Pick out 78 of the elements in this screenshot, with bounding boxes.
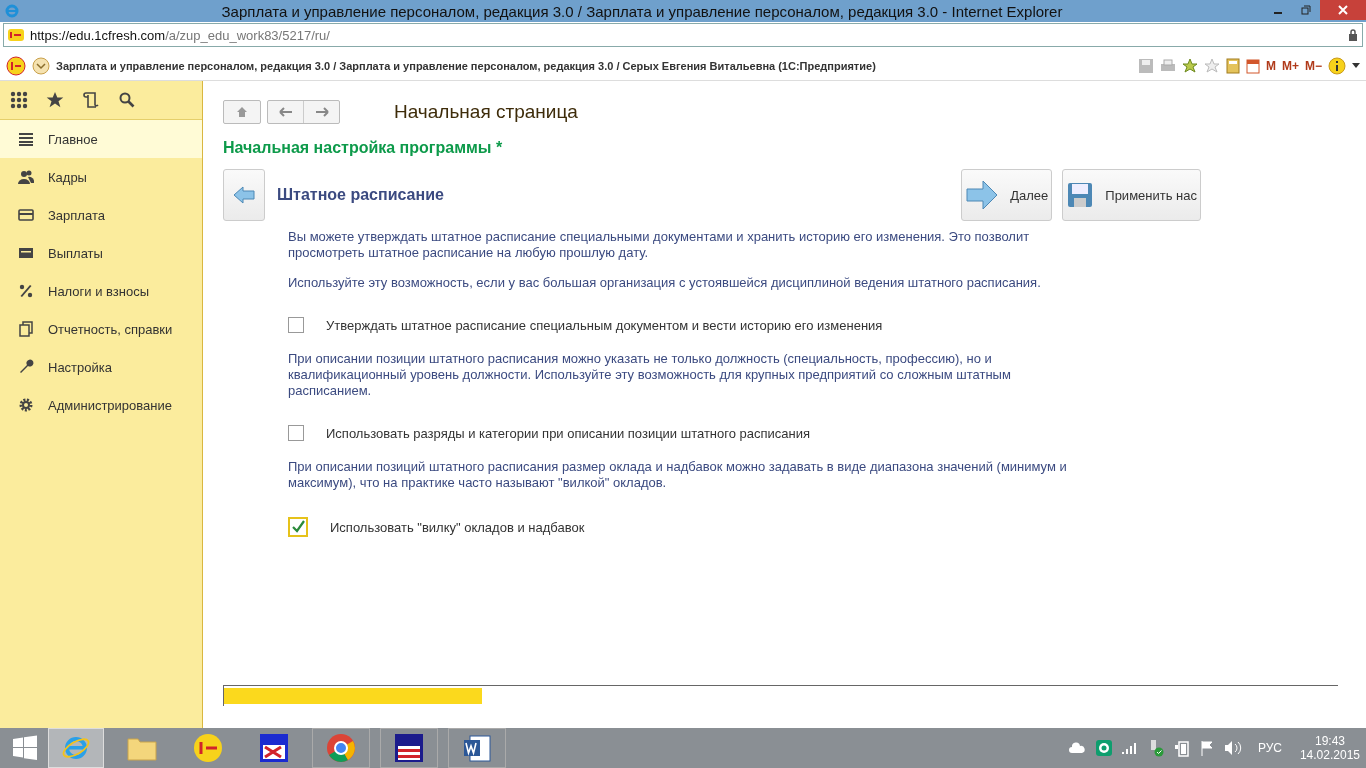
browser-logo-icon [4,3,20,19]
back-button[interactable] [223,169,265,221]
close-button[interactable] [1320,0,1366,20]
documents-icon [18,321,34,337]
checkbox-label: Использовать "вилку" окладов и надбавок [330,519,585,535]
star-plus-icon[interactable] [1181,58,1198,74]
taskbar-app[interactable] [380,728,438,768]
app-title: Зарплата и управление персоналом, редакция 3.0 / Зарплата и управление персоналом, редакция 3.0 / Серых Евгения Витальевна (1С:Предприятие) [56,60,877,72]
apply-button[interactable]: Применить нас [1062,169,1201,221]
memory-button[interactable]: M+ [1281,59,1299,73]
checkbox[interactable] [288,517,308,537]
wallet-icon [18,245,34,261]
battery-icon[interactable] [1173,739,1190,757]
app-logo-icon [6,56,26,76]
sidebar-item[interactable]: Кадры [0,158,202,196]
step-title: Штатное расписание [277,186,444,204]
description-text: При описании позиций штатного расписания размер оклада и надбавок можно задавать в виде диапазона значений (минимум и максимум), что на практике часто называют "вилкой" окладов. [288,459,1068,491]
home-button[interactable] [223,100,261,124]
restore-icon [1301,5,1311,15]
tray-app-icon[interactable] [1095,740,1112,756]
calendar-icon[interactable] [1245,58,1260,74]
card-icon [18,207,34,223]
grid-icon[interactable] [10,91,28,109]
percent-icon [18,283,34,299]
document-icon [462,733,492,763]
print-icon[interactable] [1159,58,1176,74]
description-text: Вы можете утверждать штатное расписание специальными документами и хранить историю его изменения. Это позволит просмотреть штатное расписание на любую прошлую дату. [288,229,1031,261]
lock-icon [1348,29,1358,41]
description-text: При описании позиции штатного расписания можно указать не только должность (специальность, профессию), но и квалификационный уровень должности. Используйте эту возможность для крупных предприятий со сложным штатным расписанием. [288,351,1012,399]
minimize-icon [1274,12,1282,14]
url-text: https://edu.1cfresh.com/a/zup_edu_work83/5217/ru/ [30,27,331,43]
save-icon[interactable] [1137,58,1154,74]
checkbox-label: Использовать разряды и категории при описании позиции штатного расписания [326,425,811,441]
people-icon [18,169,34,185]
list-icon [18,131,34,147]
memory-button[interactable]: M [1265,59,1276,73]
page-title: Начальная страница [394,101,578,123]
sidebar-item[interactable]: Налоги и взносы [0,272,202,310]
sidebar-item[interactable]: Главное [0,120,202,158]
star-icon[interactable] [46,91,64,109]
signal-icon[interactable] [1121,742,1138,754]
flag-icon[interactable] [1199,740,1214,756]
star-icon[interactable] [1203,58,1220,74]
home-icon [236,106,248,118]
next-button[interactable]: Далее [961,169,1053,221]
browser-logo-icon [326,733,356,763]
calculator-icon[interactable] [1225,58,1240,74]
folder-icon [127,735,157,761]
left-arrow-icon [233,185,255,205]
right-arrow-icon [966,180,999,210]
sidebar-item[interactable]: Выплаты [0,234,202,272]
checkbox[interactable] [288,317,304,333]
sidebar-item[interactable]: Администрирование [0,386,202,424]
dropdown-icon[interactable] [32,57,50,75]
address-bar[interactable]: https://edu.1cfresh.com/a/zup_edu_work83/5217/ru/ [3,23,1363,47]
window-title: Зарплата и управление персоналом, редакция 3.0 / Зарплата и управление персоналом, редакция 3.0 - Internet Explorer [220,2,1064,20]
gear-icon [18,397,34,413]
caret-icon[interactable] [1352,63,1360,69]
taskbar-app[interactable] [448,728,506,768]
app-logo-icon [193,733,223,763]
history-icon[interactable] [82,91,100,109]
cloud-icon[interactable] [1067,742,1086,754]
sidebar-item[interactable]: Настройка [0,348,202,386]
back-arrow-icon [278,107,293,117]
section-title: Начальная настройка программы * [223,139,504,157]
speaker-icon[interactable] [1223,740,1242,756]
checkbox[interactable] [288,425,304,441]
sidebar-item[interactable]: Зарплата [0,196,202,234]
sidebar-item[interactable]: Отчетность, справки [0,310,202,348]
search-icon[interactable] [118,91,136,109]
site-logo-icon [8,29,24,41]
forward-arrow-icon [314,107,329,117]
info-icon[interactable] [1328,57,1346,75]
windows-logo-icon[interactable] [12,735,38,761]
close-icon [1337,4,1349,16]
memory-button[interactable]: M− [1305,59,1322,73]
checkbox-label: Утверждать штатное расписание специальным документом и вести историю его изменения [326,317,883,333]
description-text: Используйте эту возможность, если у вас большая организация с устоявшейся дисциплиной ведения штатного расписания. [288,275,1042,291]
